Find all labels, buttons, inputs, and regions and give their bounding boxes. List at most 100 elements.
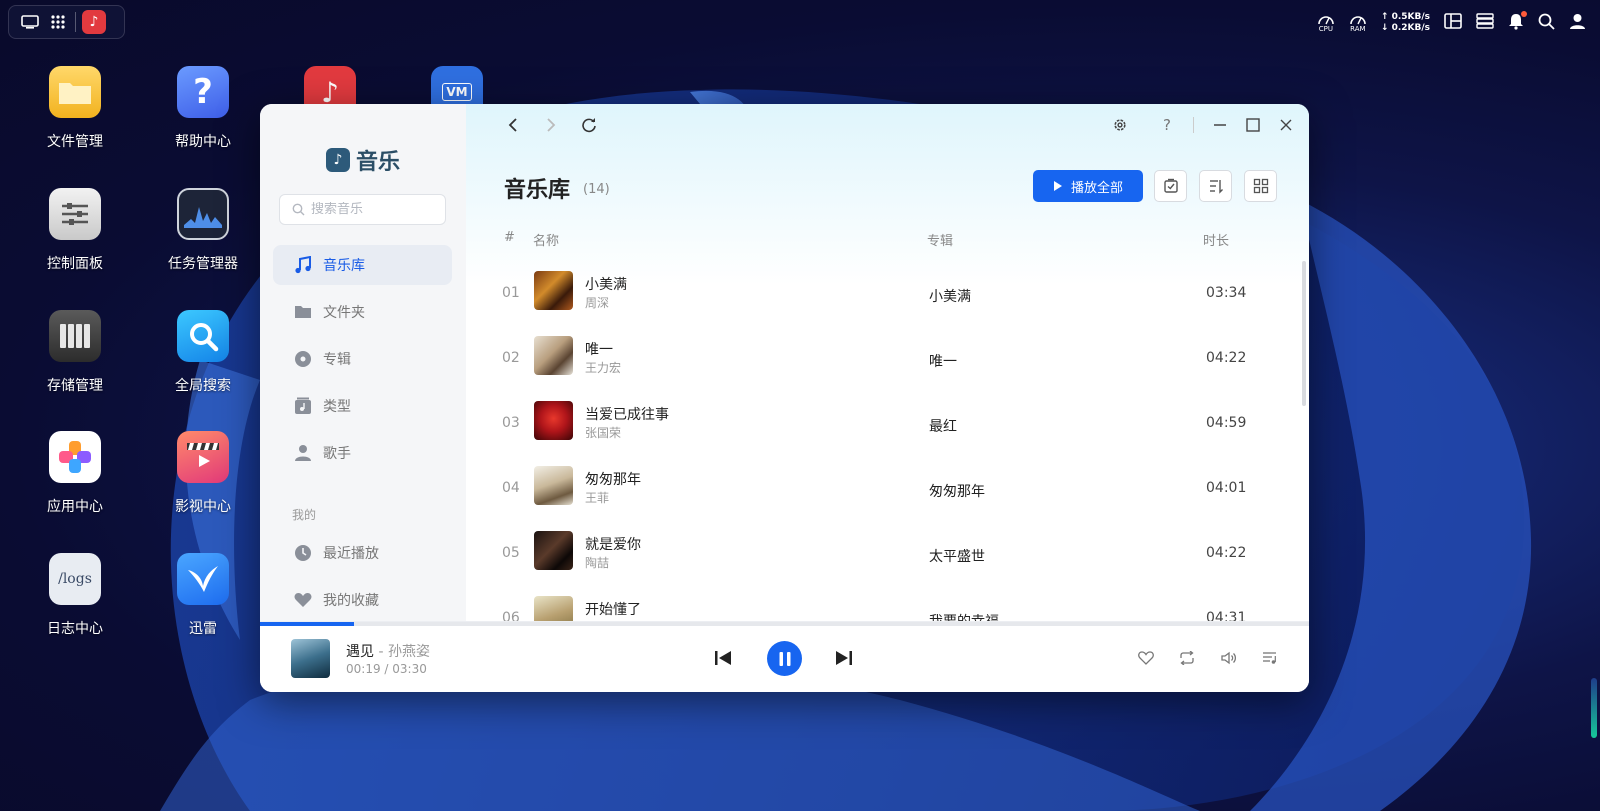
track-title: 唯一 bbox=[585, 342, 613, 358]
column-header-name[interactable]: 名称 bbox=[533, 230, 559, 249]
desktop-icon-file-manager[interactable]: 文件管理 bbox=[20, 66, 130, 151]
desktop-icon-app-center[interactable]: 应用中心 bbox=[20, 431, 130, 516]
search-button[interactable] bbox=[1538, 13, 1555, 34]
sidebar-item-singers[interactable]: 歌手 bbox=[273, 433, 452, 473]
close-button[interactable] bbox=[1279, 114, 1293, 136]
app-grid-button[interactable] bbox=[47, 11, 69, 33]
vm-icon-text: VM bbox=[442, 83, 472, 101]
table-row[interactable]: 06 开始懂了 我要的幸福 04:31 bbox=[496, 586, 1276, 621]
sidebar-item-folders[interactable]: 文件夹 bbox=[273, 292, 452, 332]
now-playing-cover[interactable] bbox=[291, 639, 330, 678]
track-number: 02 bbox=[502, 350, 520, 366]
desktop-icon-help-center[interactable]: ? 帮助中心 bbox=[148, 66, 258, 151]
sidebar-item-genres[interactable]: 类型 bbox=[273, 386, 452, 426]
show-desktop-button[interactable] bbox=[19, 11, 41, 33]
search-input[interactable] bbox=[311, 202, 431, 217]
repeat-button[interactable] bbox=[1178, 649, 1196, 667]
help-button[interactable]: ? bbox=[1160, 114, 1174, 136]
track-album[interactable]: 我要的幸福 bbox=[929, 611, 999, 621]
widgets-button[interactable] bbox=[1444, 13, 1462, 33]
ram-gauge[interactable]: RAM bbox=[1349, 13, 1367, 33]
track-artist[interactable]: 张国荣 bbox=[585, 424, 621, 441]
desktop-icon-task-manager[interactable]: 任务管理器 bbox=[148, 188, 258, 273]
play-all-button[interactable]: 播放全部 bbox=[1033, 170, 1143, 202]
track-album[interactable]: 唯一 bbox=[929, 351, 957, 371]
server-status-button[interactable] bbox=[1476, 13, 1494, 33]
sidebar-item-albums[interactable]: 专辑 bbox=[273, 339, 452, 379]
maximize-button[interactable] bbox=[1246, 114, 1260, 136]
track-artist[interactable]: 陶喆 bbox=[585, 554, 609, 571]
desktop-icon-log-center[interactable]: /logs 日志中心 bbox=[20, 553, 130, 638]
sidebar-item-label: 类型 bbox=[323, 399, 351, 415]
table-row[interactable]: 04 匆匆那年 王菲 匆匆那年 04:01 bbox=[496, 456, 1276, 520]
sort-button[interactable] bbox=[1199, 170, 1232, 202]
checkbox-select-icon bbox=[1163, 178, 1178, 193]
track-album[interactable]: 太平盛世 bbox=[929, 546, 985, 566]
next-track-button[interactable] bbox=[833, 648, 855, 668]
sidebar-item-favorites[interactable]: 我的收藏 bbox=[273, 580, 452, 620]
table-row[interactable]: 03 当爱已成往事 张国荣 最红 04:59 bbox=[496, 391, 1276, 455]
forward-button[interactable] bbox=[540, 114, 562, 136]
pause-button[interactable] bbox=[767, 641, 802, 676]
app-brand-text: 音乐 bbox=[356, 150, 401, 175]
track-number: 05 bbox=[502, 545, 520, 561]
track-number: 06 bbox=[502, 610, 520, 621]
sidebar-item-label: 我的收藏 bbox=[323, 593, 379, 609]
track-album[interactable]: 匆匆那年 bbox=[929, 481, 985, 501]
grid-view-button[interactable] bbox=[1244, 170, 1277, 202]
table-row[interactable]: 02 唯一 王力宏 唯一 04:22 bbox=[496, 326, 1276, 390]
table-row[interactable]: 01 小美满 周深 小美满 03:34 bbox=[496, 261, 1276, 325]
table-row[interactable]: 05 就是爱你 陶喆 太平盛世 04:22 bbox=[496, 521, 1276, 585]
cpu-label: CPU bbox=[1318, 25, 1333, 33]
clock-icon bbox=[293, 543, 313, 563]
playlist-button[interactable] bbox=[1261, 649, 1279, 667]
search-icon bbox=[1538, 13, 1555, 30]
previous-track-button[interactable] bbox=[712, 648, 734, 668]
volume-button[interactable] bbox=[1220, 649, 1238, 667]
column-header-duration[interactable]: 时长 bbox=[1203, 230, 1229, 249]
playlist-icon bbox=[1263, 652, 1276, 664]
track-artist[interactable]: 王菲 bbox=[585, 489, 609, 506]
track-duration: 04:01 bbox=[1206, 480, 1247, 496]
favorite-button[interactable] bbox=[1137, 649, 1155, 667]
settings-button[interactable] bbox=[1113, 114, 1127, 136]
track-album[interactable]: 小美满 bbox=[929, 286, 971, 306]
notifications-button[interactable] bbox=[1508, 10, 1527, 34]
track-artist[interactable]: 王力宏 bbox=[585, 359, 621, 376]
progress-track[interactable] bbox=[260, 622, 1309, 626]
cpu-gauge[interactable]: CPU bbox=[1317, 13, 1335, 33]
window-controls-divider bbox=[1193, 117, 1194, 133]
sidebar-item-library[interactable]: 音乐库 bbox=[273, 245, 452, 285]
desktop-icon-video-center[interactable]: 影视中心 bbox=[148, 431, 258, 516]
net-upload: ↑ 0.5KB/s bbox=[1380, 12, 1430, 22]
desktop-icon-global-search[interactable]: 全局搜索 bbox=[148, 310, 258, 395]
repeat-icon bbox=[1180, 651, 1194, 665]
track-album[interactable]: 最红 bbox=[929, 416, 957, 436]
gear-icon bbox=[1114, 119, 1126, 131]
now-playing-time: 00:19 / 03:30 bbox=[346, 662, 427, 676]
music-logo-icon: ♪ bbox=[326, 148, 350, 172]
desktop-icon-thunder[interactable]: 迅雷 bbox=[148, 553, 258, 638]
track-artist[interactable]: 周深 bbox=[585, 294, 609, 311]
refresh-button[interactable] bbox=[578, 114, 600, 136]
notification-dot bbox=[1521, 10, 1527, 17]
monitor-icon bbox=[21, 15, 39, 29]
desktop-icon-control-panel[interactable]: 控制面板 bbox=[20, 188, 130, 273]
album-cover bbox=[534, 271, 573, 310]
sidebar-item-recent[interactable]: 最近播放 bbox=[273, 533, 452, 573]
column-header-album[interactable]: 专辑 bbox=[927, 230, 953, 249]
music-app-taskbar-button[interactable]: ♪ bbox=[82, 10, 106, 34]
maximize-icon bbox=[1246, 118, 1260, 132]
progress-fill bbox=[260, 622, 355, 626]
back-button[interactable] bbox=[502, 114, 524, 136]
heart-outline-icon bbox=[1138, 651, 1154, 665]
scrollbar[interactable] bbox=[1302, 261, 1306, 406]
minimize-button[interactable] bbox=[1213, 114, 1227, 136]
multi-select-button[interactable] bbox=[1154, 170, 1187, 202]
desktop-icon-storage-manager[interactable]: 存储管理 bbox=[20, 310, 130, 395]
album-cover bbox=[534, 596, 573, 621]
music-search[interactable] bbox=[279, 194, 446, 225]
user-button[interactable] bbox=[1569, 13, 1586, 34]
network-speed[interactable]: ↑ 0.5KB/s ↓ 0.2KB/s bbox=[1381, 12, 1430, 34]
skip-next-icon bbox=[836, 651, 852, 665]
